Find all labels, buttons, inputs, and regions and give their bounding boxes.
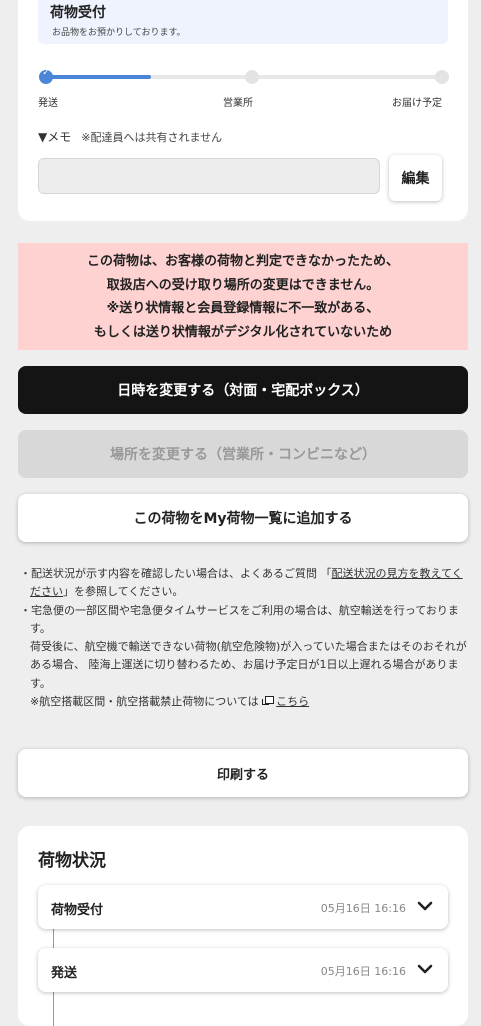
memo-label: ▼メモ — [38, 130, 72, 144]
step-label-office: 営業所 — [223, 98, 253, 109]
edit-button[interactable]: 編集 — [389, 155, 442, 201]
alert-line: もしくは送り状情報がデジタル化されていないため — [93, 324, 393, 340]
progress-dot-current: ✓ — [39, 68, 53, 84]
memo-note: ※配達員へは共有されません — [81, 131, 223, 144]
note-1: ・配送状況が示す内容を確認したい場合は、よくあるご質問 「配送状況の見方を教えて… — [20, 565, 470, 602]
history-item-date: 05月16日 16:16 — [320, 902, 406, 915]
history-title: 荷物状況 — [38, 851, 106, 871]
change-place-button: 場所を変更する（営業所・コンビニなど） — [18, 430, 468, 478]
note-3: ※航空搭載区間・航空搭載禁止荷物については こちら — [20, 693, 470, 711]
alert-line: ※送り状情報と会員登録情報に不一致がある、 — [106, 301, 380, 316]
history-item-date: 05月16日 16:16 — [320, 965, 406, 978]
progress-dot-delivery — [435, 70, 449, 84]
history-item[interactable]: 発送 05月16日 16:16 — [38, 948, 448, 992]
status-subtitle: お品物をお預かりしております。 — [52, 28, 186, 38]
alert-box: この荷物は、お客様の荷物と判定できなかったため、 取扱店への受け取り場所の変更は… — [18, 243, 468, 350]
history-item-label: 発送 — [51, 966, 78, 981]
step-label-delivery: お届け予定 — [392, 98, 442, 109]
add-to-list-button[interactable]: この荷物をMy荷物一覧に追加する — [18, 494, 468, 542]
progress-fill — [42, 75, 152, 79]
air-cargo-link[interactable]: こちら — [276, 695, 309, 708]
memo-input[interactable] — [38, 158, 380, 194]
note-1-suffix: 」を参照してください。 — [63, 585, 184, 599]
note-1-prefix: ・配送状況が示す内容を確認したい場合は、よくあるご質問 「 — [20, 567, 332, 580]
memo-header: ▼メモ ※配達員へは共有されません — [38, 128, 222, 145]
note-3-prefix: ※航空搭載区間・航空搭載禁止荷物については — [30, 695, 259, 709]
status-title: 荷物受付 — [50, 5, 106, 21]
progress-track: ✓ — [39, 68, 449, 84]
chevron-down-icon[interactable] — [416, 960, 434, 978]
progress-dot-office — [245, 70, 259, 84]
note-2-detail: 荷受後に、航空機で輸送できない荷物(航空危険物)が入っていた場合またはそのおそれ… — [30, 640, 467, 690]
external-window-icon — [262, 696, 275, 706]
step-label-shipped: 発送 — [38, 98, 58, 109]
print-button[interactable]: 印刷する — [18, 749, 468, 797]
history-card: 荷物状況 荷物受付 05月16日 16:16 発送 05月16日 16:16 — [18, 826, 468, 1026]
status-box: 荷物受付 お品物をお預かりしております。 — [38, 0, 448, 44]
check-icon: ✓ — [42, 68, 50, 78]
alert-line: この荷物は、お客様の荷物と判定できなかったため、 — [86, 254, 399, 269]
chevron-down-icon[interactable] — [416, 897, 434, 915]
history-item-label: 荷物受付 — [51, 903, 104, 918]
note-2: ・宅急便の一部区間や宅急便タイムサービスをご利用の場合は、航空輸送を行っておりま… — [20, 603, 459, 635]
tracking-card: 荷物受付 お品物をお預かりしております。 ✓ 発送 営業所 お届け予定 ▼メモ ※… — [18, 0, 468, 221]
notes: ・配送状況が示す内容を確認したい場合は、よくあるご質問 「配送状況の見方を教えて… — [20, 565, 470, 711]
alert-line: 取扱店への受け取り場所の変更はできません。 — [106, 277, 380, 293]
change-datetime-button[interactable]: 日時を変更する（対面・宅配ボックス） — [18, 366, 468, 414]
history-item[interactable]: 荷物受付 05月16日 16:16 — [38, 885, 448, 929]
